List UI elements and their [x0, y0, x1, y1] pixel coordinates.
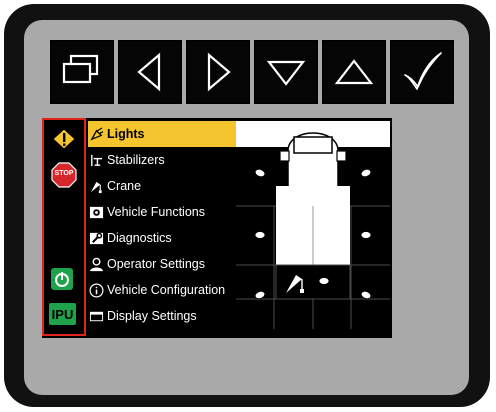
arrow-down-icon [266, 60, 306, 86]
menu-item-vehicle-functions[interactable]: Vehicle Functions [88, 199, 236, 225]
menu-item-label: Lights [107, 127, 145, 141]
checkmark-icon [404, 52, 442, 90]
main-menu: Lights Stabilizers Crane Vehicle Functio… [88, 121, 236, 329]
info-icon [88, 282, 104, 298]
arrow-left-icon [137, 52, 161, 92]
stop-button[interactable]: STOP [51, 162, 77, 188]
vehicle-functions-icon [88, 204, 104, 220]
menu-item-lights[interactable]: Lights [88, 121, 236, 147]
power-indicator[interactable] [51, 268, 73, 290]
operator-icon [88, 256, 104, 272]
menu-item-label: Display Settings [107, 309, 197, 323]
menu-item-label: Operator Settings [107, 257, 205, 271]
up-button[interactable] [322, 40, 386, 104]
menu-item-label: Diagnostics [107, 231, 172, 245]
stop-label: STOP [54, 170, 74, 177]
arrow-right-icon [207, 52, 231, 92]
confirm-button[interactable] [390, 40, 454, 104]
power-indicator-icon [55, 272, 69, 287]
right-button[interactable] [186, 40, 250, 104]
crane-icon [88, 178, 104, 194]
menu-item-stabilizers[interactable]: Stabilizers [88, 147, 236, 173]
menu-item-label: Vehicle Functions [107, 205, 205, 219]
truck-cab-icon [276, 132, 350, 206]
stabilizers-icon [88, 152, 104, 168]
menu-item-diagnostics[interactable]: Diagnostics [88, 225, 236, 251]
menu-item-label: Crane [107, 179, 142, 193]
lights-icon [88, 126, 104, 142]
ipu-button[interactable]: IPU [49, 303, 76, 325]
menu-item-display-settings[interactable]: Display Settings [88, 303, 236, 329]
menu-item-label: Vehicle Configuration [107, 283, 226, 297]
windows-button[interactable] [50, 40, 114, 104]
wrench-icon [88, 230, 104, 246]
warning-icon [52, 128, 76, 150]
lights-map [236, 121, 390, 329]
menu-item-label: Stabilizers [107, 153, 165, 167]
down-button[interactable] [254, 40, 318, 104]
left-button[interactable] [118, 40, 182, 104]
menu-item-crane[interactable]: Crane [88, 173, 236, 199]
menu-item-operator-settings[interactable]: Operator Settings [88, 251, 236, 277]
ipu-label: IPU [51, 306, 74, 322]
arrow-up-icon [334, 59, 374, 85]
menu-item-vehicle-configuration[interactable]: Vehicle Configuration [88, 277, 236, 303]
display-icon [88, 308, 104, 324]
windows-icon [62, 54, 99, 84]
truck-layout-diagram [236, 132, 390, 329]
